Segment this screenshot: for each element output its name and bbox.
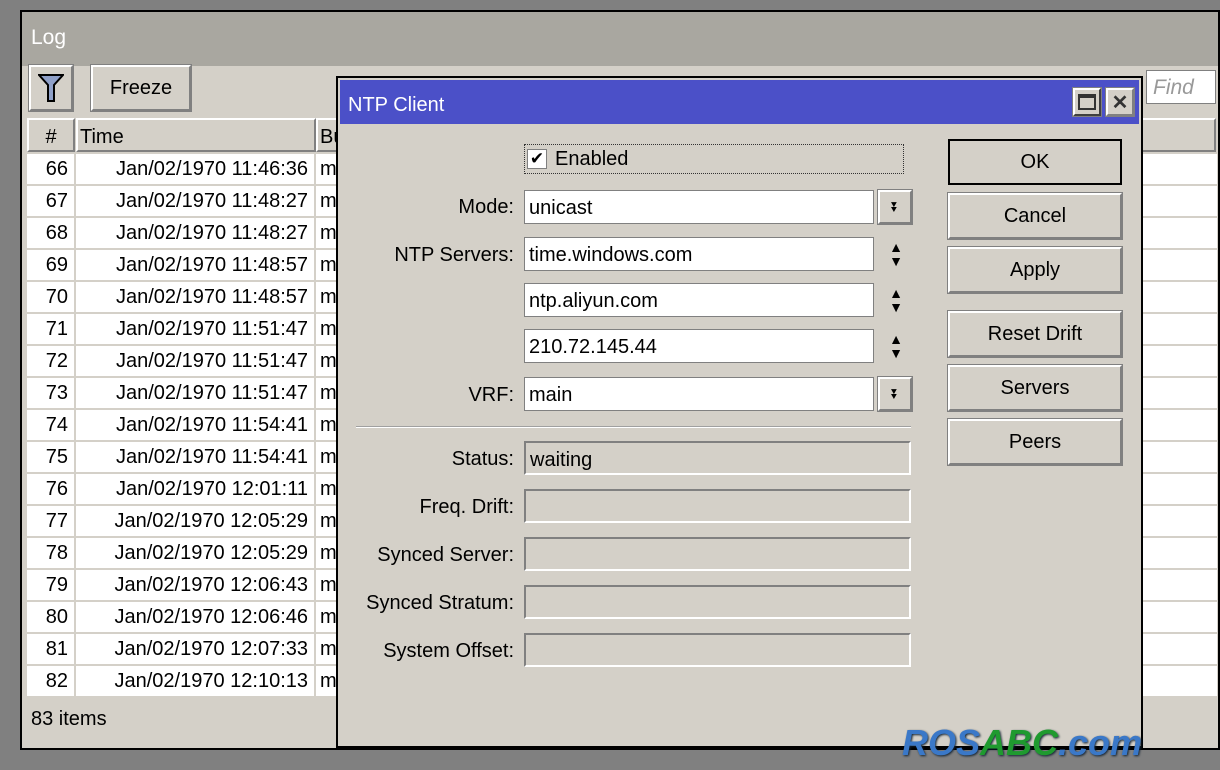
freq-drift-label: Freq. Drift: (419, 496, 514, 518)
row-time: Jan/02/1970 11:48:57 (76, 250, 316, 280)
synced-stratum-value (524, 585, 911, 619)
peers-button[interactable]: Peers (947, 418, 1123, 466)
synced-server-label: Synced Server: (377, 544, 514, 566)
filter-button[interactable] (28, 64, 74, 112)
row-number: 81 (27, 634, 76, 664)
enabled-checkbox[interactable]: ✔ Enabled (524, 144, 904, 174)
row-number: 80 (27, 602, 76, 632)
row-time: Jan/02/1970 12:05:29 (76, 538, 316, 568)
row-number: 73 (27, 378, 76, 408)
status-label: Status: (451, 448, 514, 470)
ntp-client-dialog: NTP Client ✕ ✔ Enabled Mode: unicast ⏬︎ … (336, 76, 1143, 748)
row-number: 79 (27, 570, 76, 600)
system-offset-value (524, 633, 911, 667)
maximize-icon (1078, 94, 1096, 110)
freeze-button[interactable]: Freeze (90, 64, 192, 112)
row-number: 67 (27, 186, 76, 216)
column-header-number[interactable]: # (27, 118, 75, 152)
row-time: Jan/02/1970 11:51:47 (76, 314, 316, 344)
freq-drift-value (524, 489, 911, 523)
reorder-arrows-icon[interactable]: ▲ ▼ (884, 283, 908, 317)
row-time: Jan/02/1970 11:54:41 (76, 410, 316, 440)
row-number: 78 (27, 538, 76, 568)
reorder-arrows-icon[interactable]: ▲ ▼ (884, 237, 908, 271)
filter-icon (38, 74, 64, 102)
row-number: 66 (27, 154, 76, 184)
dropdown-arrow-icon: ⏬︎ (891, 385, 899, 402)
vrf-label: VRF: (468, 384, 514, 406)
row-time: Jan/02/1970 11:48:27 (76, 218, 316, 248)
row-time: Jan/02/1970 11:54:41 (76, 442, 316, 472)
column-header-time[interactable]: Time (76, 118, 316, 152)
row-time: Jan/02/1970 11:48:57 (76, 282, 316, 312)
system-offset-label: System Offset: (383, 640, 514, 662)
apply-button[interactable]: Apply (947, 246, 1123, 294)
enabled-label: Enabled (555, 148, 629, 170)
mode-dropdown-button[interactable]: ⏬︎ (877, 189, 913, 225)
servers-button[interactable]: Servers (947, 364, 1123, 412)
row-time: Jan/02/1970 12:06:43 (76, 570, 316, 600)
row-time: Jan/02/1970 11:51:47 (76, 346, 316, 376)
maximize-button[interactable] (1072, 87, 1102, 117)
status-value: waiting (524, 441, 911, 475)
row-time: Jan/02/1970 11:46:36 (76, 154, 316, 184)
row-number: 77 (27, 506, 76, 536)
mode-select[interactable]: unicast (524, 190, 874, 224)
separator (356, 426, 911, 428)
ntp-server-3-input[interactable]: 210.72.145.44 (524, 329, 874, 363)
log-title: Log (22, 12, 1218, 66)
vrf-dropdown-button[interactable]: ⏬︎ (877, 376, 913, 412)
close-icon: ✕ (1111, 91, 1129, 114)
dropdown-arrow-icon: ⏬︎ (891, 198, 899, 215)
row-time: Jan/02/1970 12:01:11 (76, 474, 316, 504)
mode-label: Mode: (458, 196, 514, 218)
close-button[interactable]: ✕ (1105, 87, 1135, 117)
reorder-arrows-icon[interactable]: ▲ ▼ (884, 329, 908, 363)
row-time: Jan/02/1970 12:06:46 (76, 602, 316, 632)
row-number: 68 (27, 218, 76, 248)
row-time: Jan/02/1970 12:07:33 (76, 634, 316, 664)
row-number: 70 (27, 282, 76, 312)
row-number: 76 (27, 474, 76, 504)
item-count: 83 items (31, 708, 107, 730)
ntp-server-2-input[interactable]: ntp.aliyun.com (524, 283, 874, 317)
find-input[interactable]: Find (1146, 70, 1216, 104)
row-number: 72 (27, 346, 76, 376)
row-number: 71 (27, 314, 76, 344)
ntp-server-1-input[interactable]: time.windows.com (524, 237, 874, 271)
synced-server-value (524, 537, 911, 571)
ntp-servers-label: NTP Servers: (394, 244, 514, 266)
row-time: Jan/02/1970 12:05:29 (76, 506, 316, 536)
synced-stratum-label: Synced Stratum: (366, 592, 514, 614)
row-number: 75 (27, 442, 76, 472)
row-number: 74 (27, 410, 76, 440)
row-time: Jan/02/1970 11:48:27 (76, 186, 316, 216)
reset-drift-button[interactable]: Reset Drift (947, 310, 1123, 358)
checkmark-icon: ✔ (527, 149, 547, 169)
row-time: Jan/02/1970 12:10:13 (76, 666, 316, 696)
watermark-logo: ROSABC.com (902, 722, 1143, 763)
row-number: 69 (27, 250, 76, 280)
dialog-title: NTP Client (340, 80, 1139, 124)
ok-button[interactable]: OK (948, 139, 1122, 185)
row-time: Jan/02/1970 11:51:47 (76, 378, 316, 408)
row-number: 82 (27, 666, 76, 696)
vrf-select[interactable]: main (524, 377, 874, 411)
cancel-button[interactable]: Cancel (947, 192, 1123, 240)
